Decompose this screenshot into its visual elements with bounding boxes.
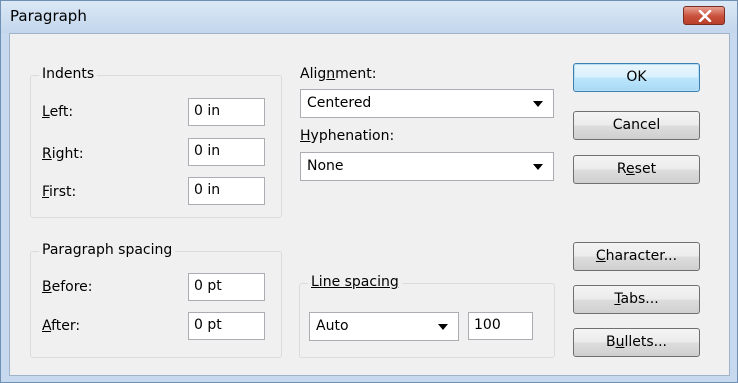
ok-button[interactable]: OK [573, 63, 700, 92]
title-bar[interactable]: Paragraph [1, 1, 737, 33]
before-spacing-input[interactable]: 0 pt [188, 273, 265, 301]
chevron-down-icon [533, 164, 543, 170]
line-spacing-mode-select[interactable]: Auto [309, 312, 459, 341]
tabs-button[interactable]: Tabs... [573, 285, 700, 314]
after-spacing-input[interactable]: 0 pt [188, 312, 265, 340]
window-title: Paragraph [10, 7, 87, 25]
character-button[interactable]: Character... [573, 242, 700, 271]
bullets-button[interactable]: Bullets... [573, 328, 700, 357]
right-indent-input[interactable]: 0 in [188, 138, 265, 166]
left-indent-input[interactable]: 0 in [188, 98, 265, 126]
alignment-select[interactable]: Centered [300, 89, 554, 118]
close-button[interactable] [683, 6, 725, 25]
paragraph-spacing-group: Paragraph spacing [30, 242, 282, 358]
indents-legend: Indents [39, 66, 98, 82]
alignment-label: Alignment: [300, 66, 377, 82]
hyphenation-select[interactable]: None [300, 152, 554, 181]
before-spacing-label: Before: [42, 279, 93, 295]
cancel-button[interactable]: Cancel [573, 111, 700, 140]
line-spacing-legend: Line spacing [308, 274, 402, 290]
dialog-body: Indents Left: 0 in Right: 0 in First: 0 … [9, 33, 730, 376]
hyphenation-value: None [307, 158, 344, 174]
left-indent-label: Left: [42, 104, 74, 120]
chevron-down-icon [533, 101, 543, 107]
reset-button[interactable]: Reset [573, 155, 700, 184]
paragraph-dialog: Paragraph Indents Left: 0 in Right: 0 in… [0, 0, 738, 383]
line-spacing-value-input[interactable]: 100 [468, 312, 533, 340]
right-indent-label: Right: [42, 146, 84, 162]
paragraph-spacing-legend: Paragraph spacing [39, 242, 176, 258]
hyphenation-label: Hyphenation: [300, 128, 395, 144]
first-indent-label: First: [42, 184, 77, 200]
chevron-down-icon [438, 324, 448, 330]
line-spacing-mode-value: Auto [316, 318, 349, 334]
after-spacing-label: After: [42, 318, 81, 334]
close-icon [698, 10, 712, 22]
alignment-value: Centered [307, 95, 372, 111]
first-indent-input[interactable]: 0 in [188, 177, 265, 205]
